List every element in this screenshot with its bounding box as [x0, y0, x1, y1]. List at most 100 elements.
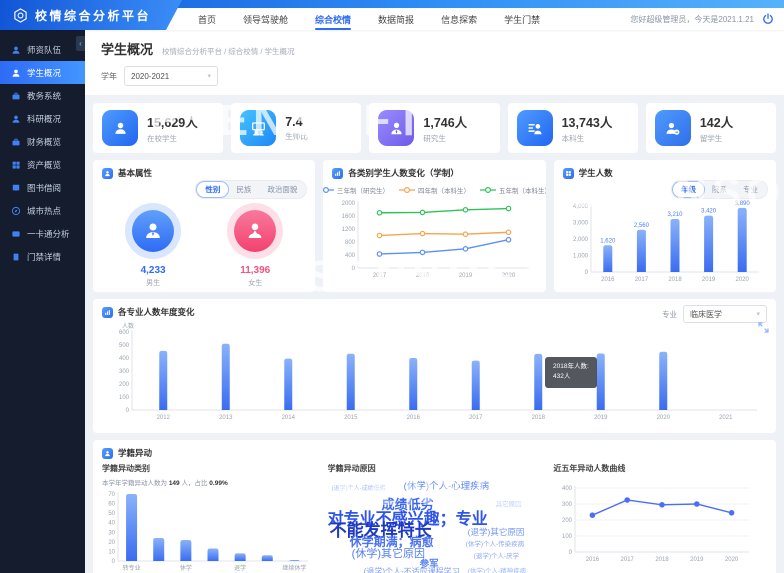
breadcrumb: 校情综合分析平台 / 综合校情 / 学生概况: [162, 46, 295, 57]
legend-item: 五年制（本科生）: [480, 185, 546, 195]
sub-title: 学籍异动类别: [102, 463, 316, 474]
svg-text:2018: 2018: [532, 415, 546, 421]
svg-text:70: 70: [108, 492, 115, 498]
page-header: 学生概况 校情综合分析平台 / 综合校情 / 学生概况 学年 2020-2021…: [85, 30, 784, 95]
panel-title: 学生人数: [579, 167, 613, 179]
briefcase-icon: [11, 91, 21, 101]
sidebar-item-onecard[interactable]: 一卡通分析: [0, 222, 85, 245]
person-badge-icon: [655, 110, 691, 146]
attribute-tabs: 性别 民族 政治面貌: [195, 180, 307, 199]
svg-text:500: 500: [119, 343, 130, 349]
list-person-icon: [517, 110, 553, 146]
bar-chart-student-count: 01,0002,0003,0004,0002016201720182019202…: [563, 197, 767, 290]
fullscreen-icon[interactable]: [758, 322, 769, 333]
wordcloud-term: (休学)个人-传染疾病: [466, 542, 525, 549]
sidebar-item-finance[interactable]: 财务概览: [0, 130, 85, 153]
panel-major-yearly: 各专业人数年度变化 专业 临床医学 ▾ 01002003004005006002…: [93, 299, 776, 433]
sidebar-item-access-detail[interactable]: 门禁详情: [0, 245, 85, 268]
sidebar-item-research[interactable]: 科研概况: [0, 107, 85, 130]
chevron-down-icon: ▾: [756, 310, 760, 318]
wordcloud-term: (休学)个人-心理疾病: [404, 482, 490, 492]
svg-text:转专业: 转专业: [123, 564, 141, 572]
tab-political[interactable]: 政治面貌: [259, 182, 305, 197]
sidebar-item-label: 学生概况: [27, 67, 61, 79]
tab-major[interactable]: 专业: [735, 182, 766, 197]
legend-item: 四年制（本科生）: [399, 185, 470, 195]
svg-text:400: 400: [345, 253, 356, 259]
sidebar-item-assets[interactable]: 资产概览: [0, 153, 85, 176]
person-icon: [11, 45, 21, 55]
panel-title: 基本属性: [118, 167, 152, 179]
svg-text:3,890: 3,890: [734, 201, 750, 207]
svg-text:2016: 2016: [586, 557, 600, 563]
stat-card-ratio: 7.4 生师比: [231, 103, 361, 153]
svg-text:2017: 2017: [634, 277, 648, 283]
svg-text:2020: 2020: [725, 557, 739, 563]
wordcloud-term: (退学)个人-不适应课程学习: [364, 568, 460, 573]
stat-value: 1,746人: [423, 112, 467, 131]
card-icon: [11, 229, 21, 239]
svg-text:2014: 2014: [282, 415, 296, 421]
svg-text:2016: 2016: [601, 277, 615, 283]
legend-item: 三年制（研究生）: [323, 185, 389, 195]
svg-text:2020: 2020: [657, 415, 671, 421]
svg-text:2012: 2012: [157, 415, 171, 421]
nav-item-briefing[interactable]: 数据简报: [378, 9, 414, 30]
nav-item-campus[interactable]: 综合校情: [315, 9, 351, 30]
svg-text:2018: 2018: [668, 277, 682, 283]
svg-text:30: 30: [108, 530, 115, 536]
female-icon: [234, 210, 276, 252]
panel-student-count: 学生人数 年级 院系 专业 01,0002,0003,0004,00020162…: [554, 160, 776, 292]
sidebar-item-students[interactable]: 学生概况: [0, 61, 85, 84]
sidebar-item-hotspots[interactable]: 城市热点: [0, 199, 85, 222]
stat-card-undergraduate: 13,743人 本科生: [508, 103, 638, 153]
svg-text:50: 50: [108, 511, 115, 517]
sidebar-item-teachers[interactable]: 师资队伍: [0, 38, 85, 61]
tab-ethnicity[interactable]: 民族: [228, 182, 259, 197]
tooltip-line2: 432人: [553, 372, 589, 382]
sidebar-item-academic[interactable]: 教务系统: [0, 84, 85, 107]
svg-text:2017: 2017: [373, 273, 387, 279]
panel-category-by-schooling: 各类别学生人数变化（学制） 三年制（研究生）四年制（本科生）五年制（本科生） 0…: [323, 160, 545, 292]
male-icon: [132, 210, 174, 252]
sidebar-item-library[interactable]: 图书借阅: [0, 176, 85, 199]
major-select[interactable]: 临床医学 ▾: [683, 305, 767, 323]
year-select[interactable]: 2020-2021 ▾: [124, 66, 218, 86]
panel-title: 各专业人数年度变化: [118, 306, 195, 318]
wordcloud-term: (退学)个人-成绩低劣: [332, 486, 386, 492]
line-chart-status-curve: 010020030040020162017201820192020: [553, 482, 767, 569]
stat-label: 研究生: [423, 133, 467, 144]
nav-item-cockpit[interactable]: 领导驾驶舱: [243, 9, 288, 30]
nav-item-access[interactable]: 学生门禁: [504, 9, 540, 30]
wordcloud-term: (休学)个人-精神疾病: [468, 569, 527, 573]
svg-text:2018: 2018: [656, 557, 670, 563]
book-icon: [11, 183, 21, 193]
tab-department[interactable]: 院系: [704, 182, 735, 197]
door-icon: [11, 252, 21, 262]
nav-item-home[interactable]: 首页: [198, 9, 216, 30]
major-select-value: 临床医学: [690, 309, 722, 320]
svg-text:2015: 2015: [344, 415, 358, 421]
year-select-value: 2020-2021: [131, 72, 169, 81]
svg-text:10: 10: [108, 549, 115, 555]
svg-text:300: 300: [119, 369, 130, 375]
grid-panel-icon: [563, 168, 574, 179]
svg-text:2013: 2013: [219, 415, 233, 421]
stat-label: 在校学生: [147, 133, 198, 144]
tab-gender[interactable]: 性别: [196, 181, 229, 198]
svg-text:200: 200: [119, 382, 130, 388]
tab-grade[interactable]: 年级: [672, 181, 705, 198]
power-icon[interactable]: [762, 13, 774, 25]
nav-item-explore[interactable]: 信息探索: [441, 9, 477, 30]
person-icon: [11, 114, 21, 124]
svg-text:400: 400: [562, 486, 573, 492]
svg-text:休学: 休学: [180, 564, 192, 572]
sidebar-collapse-button[interactable]: ‹: [76, 36, 85, 51]
svg-text:2019: 2019: [690, 557, 704, 563]
svg-text:1,620: 1,620: [600, 238, 616, 244]
wordcloud-term: (休学)其它原因: [352, 549, 425, 560]
stat-card-enrolled: 15,629人 在校学生: [93, 103, 223, 153]
bar-chart-status-type: 010203040506070转专业休学退学继续休学: [102, 489, 316, 573]
svg-text:800: 800: [345, 240, 356, 246]
svg-text:退学: 退学: [234, 564, 246, 572]
